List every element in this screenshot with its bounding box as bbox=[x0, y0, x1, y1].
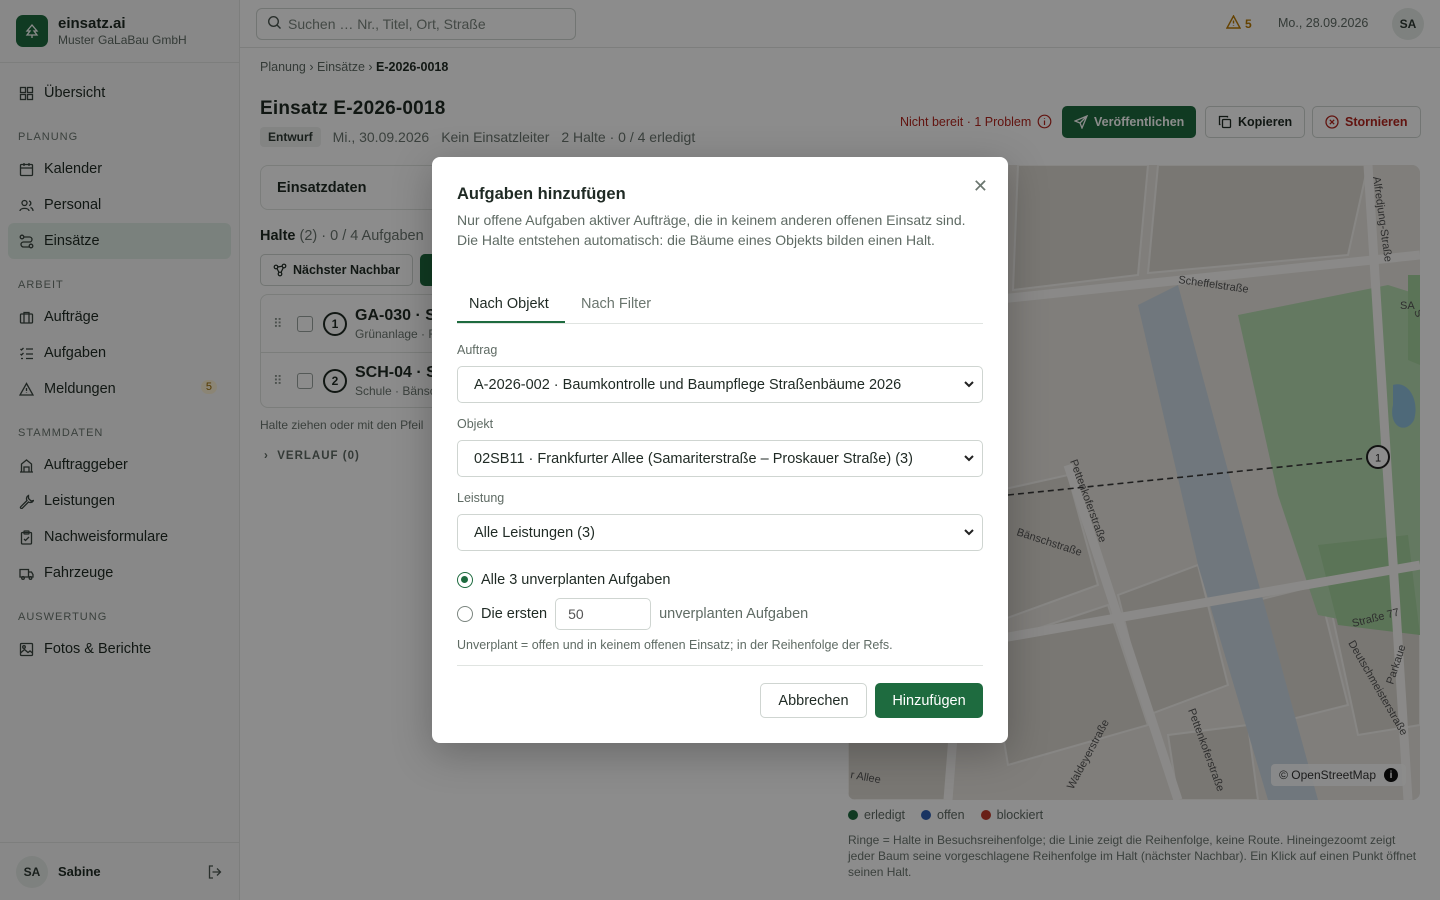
leistung-select[interactable]: Alle Leistungen (3) bbox=[457, 514, 983, 551]
chevron-down-icon bbox=[962, 451, 976, 469]
add-button[interactable]: Hinzufügen bbox=[875, 683, 983, 718]
radio-first-option[interactable]: Die ersten unverplanten Aufgaben bbox=[457, 598, 808, 630]
auftrag-label: Auftrag bbox=[457, 343, 498, 357]
leistung-value: Alle Leistungen (3) bbox=[474, 524, 595, 541]
objekt-value: 02SB11 · Frankfurter Allee (Samariterstr… bbox=[474, 450, 913, 467]
leistung-label: Leistung bbox=[457, 491, 505, 505]
dialog-title: Aufgaben hinzufügen bbox=[457, 185, 626, 203]
dialog-tabs: Nach Objekt Nach Filter bbox=[457, 288, 983, 324]
radio-all-option[interactable]: Alle 3 unverplanten Aufgaben bbox=[457, 572, 670, 588]
radio-first-suffix: unverplanten Aufgaben bbox=[659, 606, 809, 622]
objekt-label: Objekt bbox=[457, 417, 494, 431]
tab-nach-filter[interactable]: Nach Filter bbox=[581, 296, 651, 312]
auftrag-select[interactable]: A-2026-002 · Baumkontrolle und Baumpfleg… bbox=[457, 366, 983, 403]
active-tab-indicator bbox=[457, 321, 565, 323]
radio-all[interactable] bbox=[457, 572, 473, 588]
dialog-description: Nur offene Aufgaben aktiver Aufträge, di… bbox=[457, 212, 966, 248]
close-icon[interactable]: ✕ bbox=[973, 177, 988, 195]
first-count-input[interactable] bbox=[555, 598, 652, 630]
chevron-down-icon bbox=[962, 525, 976, 543]
radio-first[interactable] bbox=[457, 606, 473, 622]
radio-first-label: Die ersten bbox=[481, 606, 548, 622]
auftrag-value: A-2026-002 · Baumkontrolle und Baumpfleg… bbox=[474, 376, 902, 393]
objekt-select[interactable]: 02SB11 · Frankfurter Allee (Samariterstr… bbox=[457, 440, 983, 477]
tab-nach-objekt[interactable]: Nach Objekt bbox=[469, 296, 549, 312]
divider bbox=[457, 665, 983, 666]
cancel-button[interactable]: Abbrechen bbox=[760, 683, 867, 718]
chevron-down-icon bbox=[962, 377, 976, 395]
unplanned-note: Unverplant = offen und in keinem offenen… bbox=[457, 638, 893, 652]
add-tasks-dialog: ✕ Aufgaben hinzufügen Nur offene Aufgabe… bbox=[432, 157, 1008, 743]
radio-all-label: Alle 3 unverplanten Aufgaben bbox=[481, 572, 671, 588]
